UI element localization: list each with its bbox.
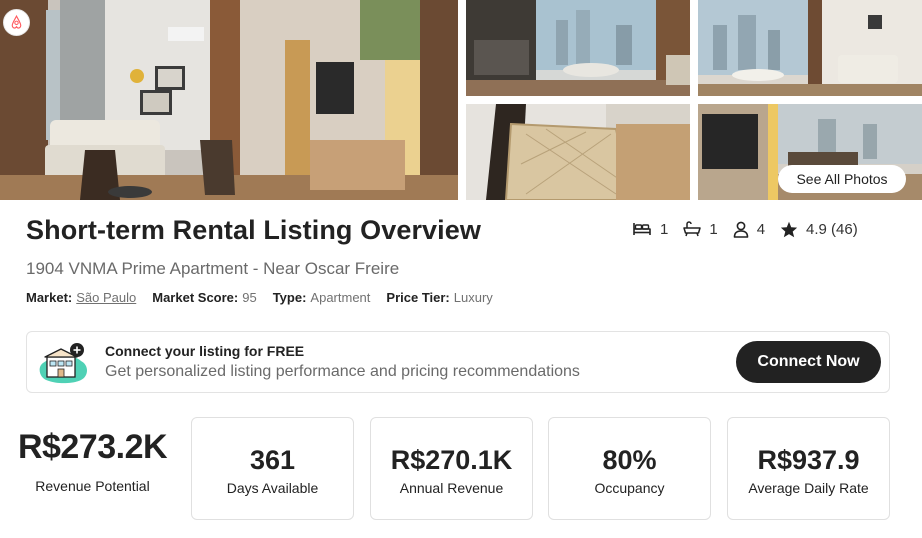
market-score-value: 95 [242,290,257,305]
listing-specs: 1 1 4 4.9 (46) [632,218,858,240]
guest-icon [733,221,748,238]
average-daily-rate-label: Average Daily Rate [748,480,869,496]
type-value: Apartment [310,290,371,305]
main-listing-photo[interactable] [0,0,458,200]
listing-meta: Market: São Paulo Market Score: 95 Type: Ap… [26,290,509,305]
average-daily-rate-value: R$937.9 [757,445,860,475]
price-tier-value: Luxury [453,290,493,305]
days-available-label: Days Available [226,480,319,496]
listing-name: 1904 VNMA Prime Apartment - Near Oscar F… [26,259,400,278]
banner-title: Connect your listing for FREE [105,343,305,359]
days-available-value: 361 [249,445,296,475]
rating-spec: 4.9 (46) [780,221,858,238]
guests-count: 4 [756,220,766,238]
airbnb-logo-icon [3,9,30,36]
kitchen-dining-photo[interactable] [466,0,690,96]
occupancy-card: 80% Occupancy [548,417,711,520]
type-meta: Type: Apartment [273,290,371,305]
bed-icon [633,223,651,235]
annual-revenue-card: R$270.1K Annual Revenue [370,417,533,520]
connect-listing-banner: Connect your listing for FREE Get person… [26,331,890,393]
guests-spec: 4 [733,221,765,238]
revenue-potential-stat: R$273.2K Revenue Potential [0,428,185,494]
rattan-chair-photo[interactable] [466,104,690,200]
banner-description: Get personalized listing performance and… [105,363,580,380]
bathtub-icon [683,221,702,237]
annual-revenue-value: R$270.1K [390,445,513,475]
days-available-card: 361 Days Available [191,417,354,520]
star-icon [780,221,798,237]
average-daily-rate-card: R$937.9 Average Daily Rate [727,417,890,520]
market-meta: Market: São Paulo [26,290,136,305]
revenue-potential-value: R$273.2K [17,428,168,466]
rating-value: 4.9 (46) [806,220,858,238]
bedrooms-count: 1 [660,220,669,238]
revenue-potential-label: Revenue Potential [35,478,150,494]
photo-gallery: See All Photos [0,0,922,200]
annual-revenue-label: Annual Revenue [399,480,504,496]
type-label: Type: [272,290,307,305]
city-view-living-photo[interactable] [698,0,922,96]
connect-now-button[interactable]: Connect Now [736,341,881,383]
market-link[interactable]: São Paulo [76,290,136,305]
market-score-meta: Market Score: 95 [152,290,256,305]
market-label: Market: [26,290,73,305]
occupancy-label: Occupancy [594,480,665,496]
page-title: Short-term Rental Listing Overview [26,215,481,245]
house-connect-icon [39,343,87,384]
bedrooms-spec: 1 [632,221,668,238]
bathrooms-spec: 1 [683,220,718,238]
price-tier-meta: Price Tier: Luxury [386,290,492,305]
occupancy-value: 80% [602,445,657,475]
price-tier-label: Price Tier: [386,290,450,305]
see-all-photos-button[interactable]: See All Photos [778,165,906,193]
market-score-label: Market Score: [152,290,239,305]
bathrooms-count: 1 [709,220,718,238]
